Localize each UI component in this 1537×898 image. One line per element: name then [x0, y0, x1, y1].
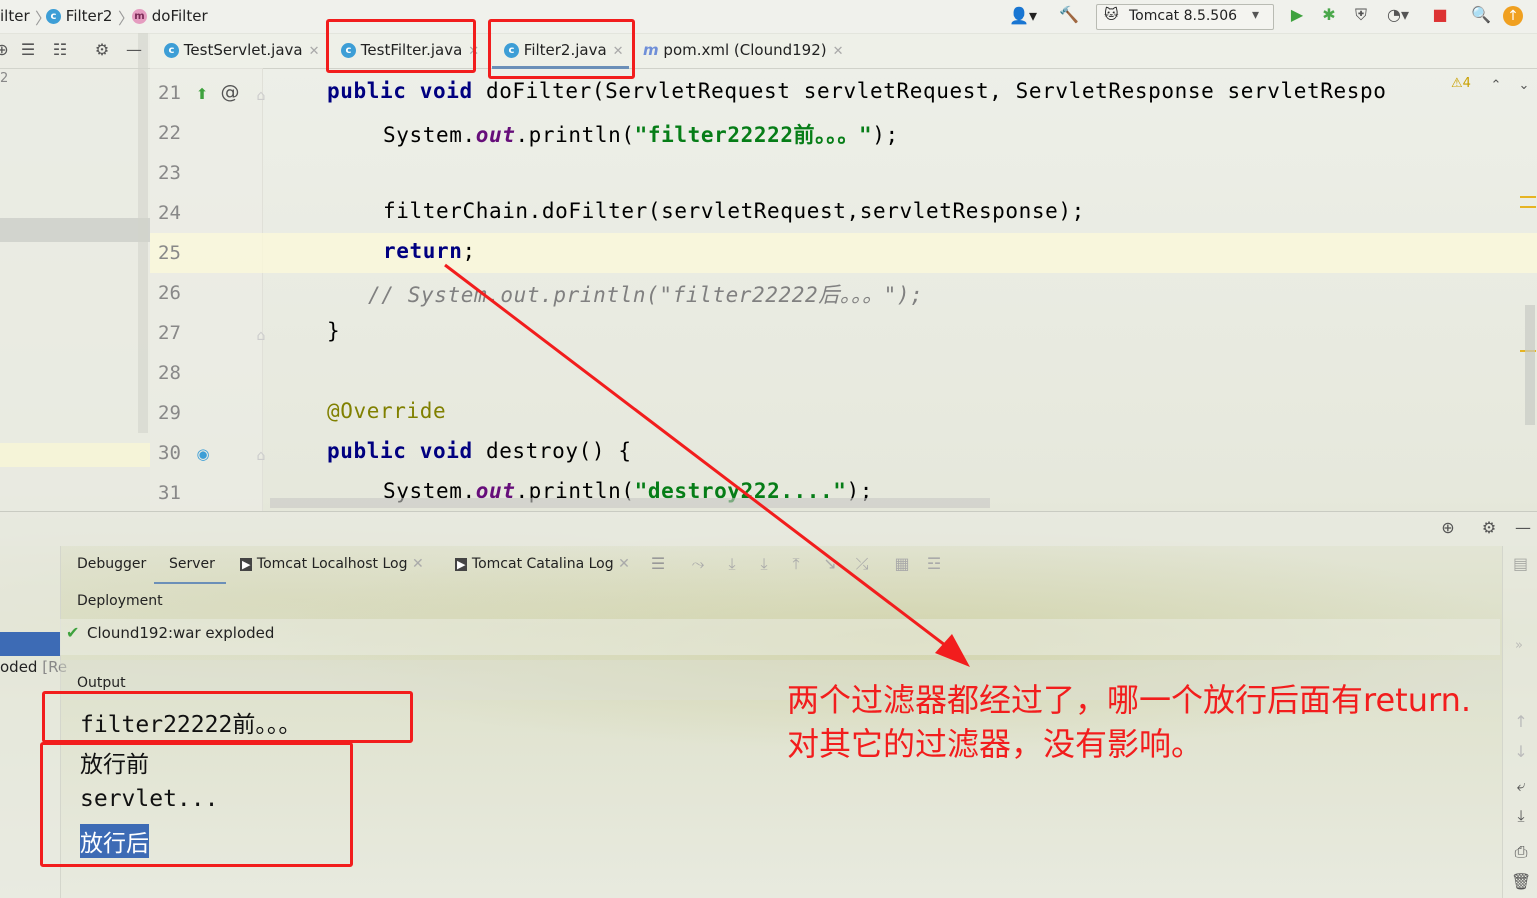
arrow-head — [935, 634, 970, 667]
annotation-note-line1: 两个过滤器都经过了，哪一个放行后面有return. — [787, 681, 1472, 719]
annotation-note-line2: 对其它的过滤器，没有影响。 — [787, 725, 1204, 763]
arrow-line — [444, 263, 959, 657]
annotation-arrow — [444, 263, 970, 667]
